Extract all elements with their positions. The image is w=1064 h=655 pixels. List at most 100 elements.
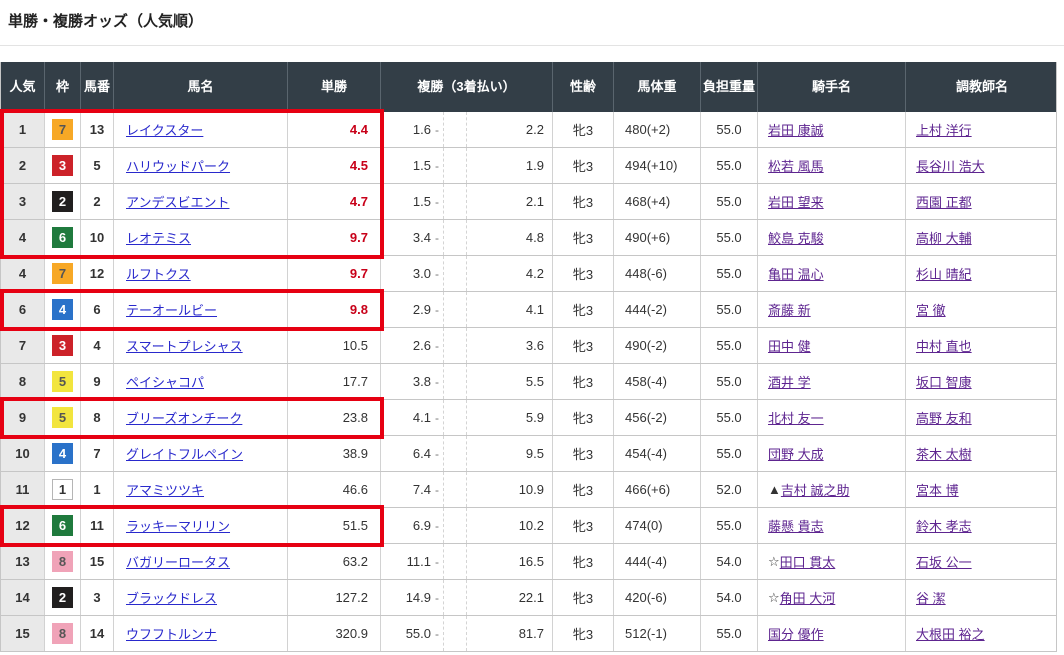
horse-name-link[interactable]: ラッキーマリリン (126, 516, 230, 535)
sex-age-value: 牝3 (573, 408, 593, 427)
trainer-link[interactable]: 坂口 智康 (916, 372, 972, 391)
carried-weight-value: 55.0 (716, 266, 741, 281)
table-row: 13 8 15 バガリーロータス 63.2 11.1 - 16.5 牝3 444… (1, 544, 1056, 580)
header-rank: 人気 (1, 62, 45, 112)
trainer-link[interactable]: 長谷川 浩大 (916, 156, 985, 175)
place-odds-cell: 3.8 - 5.5 (381, 364, 553, 399)
place-odds-cell: 7.4 - 10.9 (381, 472, 553, 507)
horse-name-cell: アンデスビエント (114, 184, 288, 219)
horse-number: 4 (93, 338, 100, 353)
trainer-link[interactable]: 宮本 博 (916, 480, 959, 499)
sex-age-value: 牝3 (573, 192, 593, 211)
frame-cell: 6 (45, 220, 81, 255)
jockey-link[interactable]: 国分 優作 (768, 624, 824, 643)
trainer-link[interactable]: 大根田 裕之 (916, 624, 985, 643)
carried-weight-cell: 55.0 (701, 292, 758, 327)
frame-cell: 7 (45, 256, 81, 291)
horse-name-cell: ラッキーマリリン (114, 508, 288, 543)
horse-name-link[interactable]: ブリーズオンチーク (126, 408, 242, 427)
jockey-link[interactable]: 田口 貫太 (780, 552, 836, 571)
trainer-cell: 宮 徹 (906, 292, 1058, 327)
carried-weight-cell: 54.0 (701, 580, 758, 615)
horse-name-link[interactable]: アマミツツキ (126, 480, 204, 499)
trainer-link[interactable]: 上村 洋行 (916, 120, 972, 139)
horse-weight-value: 444(-4) (625, 554, 667, 569)
horse-name-link[interactable]: アンデスビエント (126, 192, 229, 211)
sex-age-cell: 牝3 (553, 508, 614, 543)
place-odds-cell: 3.0 - 4.2 (381, 256, 553, 291)
trainer-link[interactable]: 石坂 公一 (916, 552, 972, 571)
sex-age-cell: 牝3 (553, 400, 614, 435)
horse-name-link[interactable]: ルフトクス (126, 264, 191, 283)
trainer-cell: 高柳 大輔 (906, 220, 1058, 255)
horse-name-link[interactable]: ハリウッドパーク (126, 156, 230, 175)
table-row: 4 6 10 レオテミス 9.7 3.4 - 4.8 牝3 490(+6) 55… (1, 220, 1056, 256)
trainer-link[interactable]: 杉山 晴紀 (916, 264, 972, 283)
place-odds-low: 1.6 (381, 122, 431, 137)
horse-weight-cell: 494(+10) (614, 148, 701, 183)
trainer-link[interactable]: 茶木 太樹 (916, 444, 972, 463)
place-odds-divider (443, 364, 467, 399)
carried-weight-cell: 55.0 (701, 616, 758, 651)
trainer-link[interactable]: 高野 友和 (916, 408, 972, 427)
sex-age-cell: 牝3 (553, 328, 614, 363)
jockey-link[interactable]: 鮫島 克駿 (768, 228, 824, 247)
horse-name-link[interactable]: ウフフトルンナ (126, 624, 217, 643)
horse-name-link[interactable]: スマートプレシャス (126, 336, 243, 355)
trainer-cell: 高野 友和 (906, 400, 1058, 435)
horse-name-link[interactable]: テーオールビー (126, 300, 217, 319)
horse-name-link[interactable]: レイクスター (126, 120, 203, 139)
jockey-link[interactable]: 団野 大成 (768, 444, 824, 463)
carried-weight-value: 55.0 (716, 446, 741, 461)
jockey-link[interactable]: 北村 友一 (768, 408, 824, 427)
jockey-link[interactable]: 亀田 温心 (768, 264, 824, 283)
rank-value: 8 (19, 374, 26, 389)
horse-weight-value: 474(0) (625, 518, 663, 533)
rank-cell: 7 (1, 328, 45, 363)
horse-name-cell: レオテミス (114, 220, 288, 255)
horse-name-link[interactable]: ブラックドレス (126, 588, 217, 607)
horse-weight-cell: 466(+6) (614, 472, 701, 507)
win-odds-cell: 9.8 (288, 292, 381, 327)
jockey-link[interactable]: 岩田 望来 (768, 192, 824, 211)
header-sex-age: 性齢 (553, 62, 614, 112)
sex-age-cell: 牝3 (553, 292, 614, 327)
place-odds-high: 1.9 (467, 158, 552, 173)
win-odds-cell: 127.2 (288, 580, 381, 615)
place-odds-dash: - (431, 627, 443, 641)
jockey-link[interactable]: 吉村 誠之助 (781, 480, 850, 499)
jockey-link[interactable]: 松若 風馬 (768, 156, 824, 175)
place-odds-divider (443, 544, 467, 579)
jockey-link[interactable]: 角田 大河 (780, 588, 836, 607)
trainer-cell: 中村 直也 (906, 328, 1058, 363)
trainer-link[interactable]: 鈴木 孝志 (916, 516, 972, 535)
horse-name-link[interactable]: レオテミス (126, 228, 191, 247)
carried-weight-value: 52.0 (716, 482, 741, 497)
rank-cell: 11 (1, 472, 45, 507)
jockey-link[interactable]: 藤懸 貴志 (768, 516, 824, 535)
frame-badge: 2 (52, 587, 73, 608)
place-odds-dash: - (431, 591, 443, 605)
horse-name-link[interactable]: ペイシャコパ (126, 372, 204, 391)
horse-weight-value: 420(-6) (625, 590, 667, 605)
jockey-link[interactable]: 田中 健 (768, 336, 811, 355)
trainer-link[interactable]: 宮 徹 (916, 300, 946, 319)
horse-name-link[interactable]: グレイトフルペイン (126, 444, 243, 463)
frame-badge: 4 (52, 443, 73, 464)
jockey-link[interactable]: 岩田 康誠 (768, 120, 824, 139)
trainer-link[interactable]: 西園 正都 (916, 192, 972, 211)
rank-value: 10 (15, 446, 29, 461)
horse-number: 13 (90, 122, 104, 137)
jockey-cell: 鮫島 克駿 (758, 220, 906, 255)
horse-name-link[interactable]: バガリーロータス (126, 552, 230, 571)
table-row: 9 5 8 ブリーズオンチーク 23.8 4.1 - 5.9 牝3 456(-2… (1, 400, 1056, 436)
horse-number-cell: 2 (81, 184, 114, 219)
trainer-link[interactable]: 谷 潔 (916, 588, 946, 607)
header-win-odds: 単勝 (288, 62, 381, 112)
trainer-link[interactable]: 高柳 大輔 (916, 228, 972, 247)
trainer-link[interactable]: 中村 直也 (916, 336, 972, 355)
carried-weight-value: 55.0 (716, 374, 741, 389)
carried-weight-value: 55.0 (716, 626, 741, 641)
jockey-link[interactable]: 酒井 学 (768, 372, 811, 391)
jockey-link[interactable]: 斎藤 新 (768, 300, 811, 319)
